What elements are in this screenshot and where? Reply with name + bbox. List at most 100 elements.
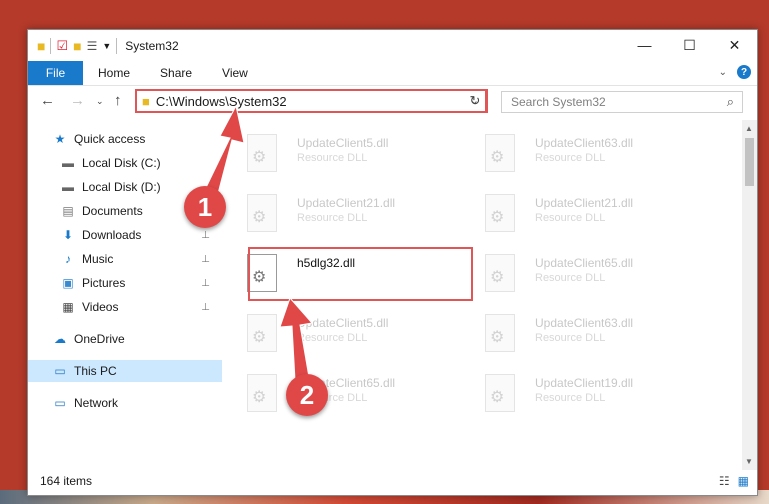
- scroll-up-icon[interactable]: ▲: [745, 124, 753, 133]
- nav-item-label: Network: [74, 396, 119, 410]
- pictures-icon: ▣: [62, 276, 74, 290]
- navigation-pane: ★ Quick access ▬ Local Disk (C:) ▬ Local…: [28, 124, 222, 454]
- nav-item-onedrive[interactable]: ☁ OneDrive: [28, 328, 222, 350]
- quick-access-toolbar: ■ ☑ ■ ☰ ▼: [28, 37, 118, 54]
- file-name: UpdateClient19.dll: [535, 376, 634, 390]
- customize-toolbar-icon[interactable]: ▼: [102, 41, 111, 51]
- file-item[interactable]: UpdateClient19.dll Resource DLL: [461, 368, 681, 418]
- tab-file[interactable]: File: [28, 61, 83, 85]
- music-icon: ♪: [65, 252, 71, 266]
- title-bar: ■ ☑ ■ ☰ ▼ System32 — ☐ ✕: [28, 30, 757, 61]
- dll-file-icon: [247, 314, 277, 352]
- tab-home[interactable]: Home: [83, 61, 145, 85]
- file-item[interactable]: UpdateClient5.dll Resource DLL: [223, 308, 443, 358]
- nav-item-label: Local Disk (C:): [82, 156, 161, 170]
- file-type: Resource DLL: [297, 152, 368, 164]
- window-title: System32: [125, 38, 179, 53]
- nav-item-local-disk-c[interactable]: ▬ Local Disk (C:): [28, 152, 222, 174]
- file-item[interactable]: UpdateClient63.dll Resource DLL: [461, 308, 681, 358]
- target-file-highlight: [248, 247, 473, 301]
- pin-icon[interactable]: ⊥: [201, 302, 210, 313]
- refresh-icon: ↻: [469, 93, 481, 108]
- nav-item-this-pc[interactable]: ▭ This PC: [28, 360, 222, 382]
- properties-icon[interactable]: ☑: [56, 38, 68, 54]
- dll-file-icon: [485, 254, 515, 292]
- nav-item-label: Music: [82, 252, 114, 266]
- expand-ribbon-icon[interactable]: ⌄: [719, 67, 727, 78]
- nav-item-label: Documents: [82, 204, 143, 218]
- ribbon-right-controls: ⌄ ?: [719, 65, 751, 79]
- file-name: UpdateClient63.dll: [535, 316, 634, 330]
- file-item[interactable]: UpdateClient21.dll Resource DLL: [223, 188, 443, 238]
- nav-item-network[interactable]: ▭ Network: [28, 392, 222, 414]
- dll-file-icon: [485, 194, 515, 232]
- nav-item-label: Quick access: [74, 132, 146, 146]
- details-view-icon[interactable]: ☷: [719, 474, 730, 488]
- file-item[interactable]: UpdateClient65.dll Resource DLL: [461, 248, 681, 298]
- recent-locations-icon[interactable]: ⌄: [96, 96, 104, 107]
- nav-item-label: Videos: [82, 300, 119, 314]
- refresh-button[interactable]: ↻: [464, 89, 488, 113]
- search-box[interactable]: ⌕: [501, 91, 743, 113]
- file-name: UpdateClient21.dll: [535, 196, 634, 210]
- nav-item-label: This PC: [74, 364, 117, 378]
- vertical-scrollbar[interactable]: ▲ ▼: [742, 120, 757, 470]
- address-path: C:\Windows\System32: [155, 93, 287, 109]
- help-icon[interactable]: ?: [737, 65, 751, 79]
- file-name: UpdateClient21.dll: [297, 196, 396, 210]
- maximize-button[interactable]: ☐: [667, 30, 712, 60]
- close-button[interactable]: ✕: [712, 30, 757, 60]
- nav-item-downloads[interactable]: ⬇ Downloads ⊥: [28, 224, 222, 246]
- scroll-down-icon[interactable]: ▼: [745, 457, 753, 466]
- address-row: ← → ⌄ ↑ ■ C:\Windows\System32 ⌄ ↻ ⌕: [28, 86, 757, 118]
- ribbon-tabs: File Home Share View ⌄ ?: [28, 61, 757, 86]
- step-2-badge: 2: [286, 374, 328, 416]
- nav-item-label: Pictures: [82, 276, 126, 290]
- item-count: 164 items: [40, 474, 93, 488]
- file-name: UpdateClient5.dll: [297, 136, 389, 150]
- dll-file-icon: [485, 374, 515, 412]
- file-item[interactable]: UpdateClient63.dll Resource DLL: [461, 128, 681, 178]
- tab-share[interactable]: Share: [145, 61, 207, 85]
- documents-icon: ▤: [62, 204, 74, 218]
- network-icon: ▭: [54, 396, 66, 410]
- address-bar[interactable]: ■ C:\Windows\System32 ⌄: [135, 89, 487, 113]
- file-type: Resource DLL: [297, 332, 368, 344]
- nav-item-pictures[interactable]: ▣ Pictures ⊥: [28, 272, 222, 294]
- nav-item-label: OneDrive: [74, 332, 125, 346]
- pin-icon[interactable]: ⊥: [201, 230, 210, 241]
- pin-icon[interactable]: ⊥: [201, 278, 210, 289]
- pin-icon[interactable]: ⊥: [201, 254, 210, 265]
- file-type: Resource DLL: [535, 392, 606, 404]
- nav-item-label: Local Disk (D:): [82, 180, 161, 194]
- search-input[interactable]: [509, 94, 713, 110]
- dll-file-icon: [247, 134, 277, 172]
- nav-item-music[interactable]: ♪ Music ⊥: [28, 248, 222, 270]
- back-arrow-icon[interactable]: ←: [40, 92, 55, 109]
- file-item[interactable]: UpdateClient5.dll Resource DLL: [223, 128, 443, 178]
- view-options-icon[interactable]: ☰: [87, 39, 98, 53]
- download-icon: ⬇: [62, 228, 74, 242]
- step-1-badge: 1: [184, 186, 226, 228]
- file-type: Resource DLL: [535, 152, 606, 164]
- minimize-button[interactable]: —: [622, 30, 667, 60]
- up-arrow-icon[interactable]: ↑: [114, 92, 122, 109]
- file-item[interactable]: UpdateClient21.dll Resource DLL: [461, 188, 681, 238]
- toolbar-divider: [116, 37, 118, 54]
- star-icon: ★: [54, 132, 66, 146]
- file-item[interactable]: UpdateClient65.dll Resource DLL: [223, 368, 443, 418]
- file-name: UpdateClient63.dll: [535, 136, 634, 150]
- forward-arrow-icon[interactable]: →: [70, 92, 85, 109]
- view-switcher: ☷ ▦: [719, 474, 749, 488]
- new-folder-icon[interactable]: ■: [73, 38, 81, 54]
- cloud-icon: ☁: [54, 332, 66, 346]
- file-name: UpdateClient65.dll: [535, 256, 634, 270]
- large-icons-view-icon[interactable]: ▦: [738, 474, 749, 488]
- search-icon[interactable]: ⌕: [727, 94, 734, 110]
- nav-item-quick-access[interactable]: ★ Quick access: [28, 128, 222, 150]
- pc-icon: ▭: [54, 364, 66, 378]
- tab-view[interactable]: View: [207, 61, 263, 85]
- nav-item-videos[interactable]: ▦ Videos ⊥: [28, 296, 222, 318]
- scroll-thumb[interactable]: [745, 138, 754, 186]
- nav-item-label: Downloads: [82, 228, 142, 242]
